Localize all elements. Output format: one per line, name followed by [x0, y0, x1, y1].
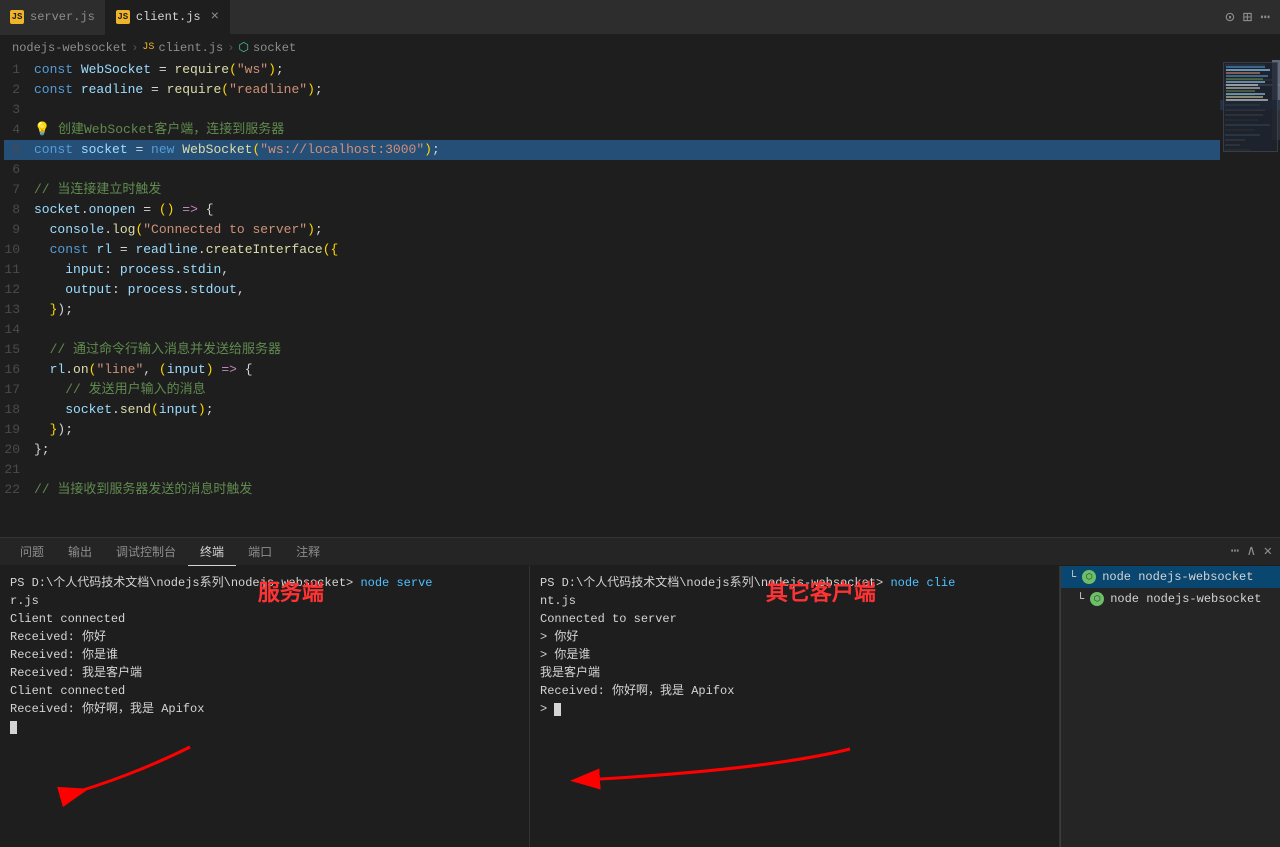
- terminal-client[interactable]: PS D:\个人代码技术文档\nodejs系列\nodejs-websocket…: [530, 566, 1060, 847]
- code-line-10: 10 const rl = readline.createInterface({: [4, 240, 1220, 260]
- breadcrumb-sep1: ›: [131, 41, 138, 55]
- term-client-send1: > 你好: [540, 628, 1049, 646]
- server-arrow: [30, 737, 230, 817]
- breadcrumb-file-icon: JS: [142, 42, 154, 53]
- terminal-list-item-2[interactable]: └ ⬡ node nodejs-websocket: [1061, 588, 1280, 610]
- term-server-client-connected: Client connected: [10, 610, 519, 628]
- tab-bar: JS server.js JS client.js × ⊙ ⊞ ⋯: [0, 0, 1280, 35]
- term-server-recv1: Received: 你好: [10, 628, 519, 646]
- term-server-recv4: Received: 你好啊，我是 Apifox: [10, 700, 519, 718]
- panel-tab-comments[interactable]: 注释: [284, 538, 332, 566]
- code-editor: 1 const WebSocket = require("ws"); 2 con…: [0, 60, 1280, 537]
- term-client-line2: nt.js: [540, 592, 1049, 610]
- breadcrumb-file[interactable]: client.js: [158, 41, 223, 55]
- term-client-input: >: [540, 700, 1049, 718]
- code-line-3: 3: [4, 100, 1220, 120]
- client-js-icon: JS: [116, 10, 130, 24]
- breadcrumb-symbol[interactable]: socket: [253, 41, 296, 55]
- node-icon-1: ⬡: [1082, 570, 1096, 584]
- minimap-content: [1220, 60, 1280, 537]
- server-js-icon: JS: [10, 10, 24, 24]
- code-line-17: 17 // 发送用户输入的消息: [4, 380, 1220, 400]
- minimap: [1220, 60, 1280, 537]
- terminal-list-item-1[interactable]: └ ⬡ node nodejs-websocket: [1061, 566, 1280, 588]
- code-line-2: 2 const readline = require("readline");: [4, 80, 1220, 100]
- code-line-6: 6: [4, 160, 1220, 180]
- panel-collapse-icon[interactable]: ∧: [1247, 543, 1255, 560]
- code-line-16: 16 rl.on("line", (input) => {: [4, 360, 1220, 380]
- term-server-client-connected2: Client connected: [10, 682, 519, 700]
- panel-tab-terminal[interactable]: 终端: [188, 538, 236, 566]
- terminal-server[interactable]: PS D:\个人代码技术文档\nodejs系列\nodejs-websocket…: [0, 566, 530, 847]
- code-line-1: 1 const WebSocket = require("ws");: [4, 60, 1220, 80]
- code-line-13: 13 });: [4, 300, 1220, 320]
- term-client-connected: Connected to server: [540, 610, 1049, 628]
- panel-more-icon[interactable]: ⋯: [1231, 543, 1239, 560]
- search-icon[interactable]: ⊙: [1225, 7, 1235, 27]
- code-content[interactable]: 1 const WebSocket = require("ws"); 2 con…: [0, 60, 1220, 537]
- more-icon[interactable]: ⋯: [1260, 7, 1270, 27]
- panel-tab-output[interactable]: 输出: [56, 538, 104, 566]
- term-server-line2: r.js: [10, 592, 519, 610]
- code-line-15: 15 // 通过命令行输入消息并发送给服务器: [4, 340, 1220, 360]
- terminal-item-1-label: node nodejs-websocket: [1102, 570, 1253, 584]
- bottom-panel: 问题 输出 调试控制台 终端 端口 注释 ⋯ ∧ ✕ PS D:\个人代码技术文…: [0, 537, 1280, 847]
- layout-icon[interactable]: ⊞: [1243, 7, 1253, 27]
- code-line-21: 21: [4, 460, 1220, 480]
- term-server-cursor: [10, 718, 519, 736]
- term-client-prompt-line: PS D:\个人代码技术文档\nodejs系列\nodejs-websocket…: [540, 574, 1049, 592]
- term-client-recv2: Received: 你好啊，我是 Apifox: [540, 682, 1049, 700]
- header-actions: ⊙ ⊞ ⋯: [1225, 7, 1280, 27]
- tab-client[interactable]: JS client.js ×: [106, 0, 230, 35]
- term-server-prompt-line: PS D:\个人代码技术文档\nodejs系列\nodejs-websocket…: [10, 574, 519, 592]
- code-line-19: 19 });: [4, 420, 1220, 440]
- breadcrumb: nodejs-websocket › JS client.js › ⬡ sock…: [0, 35, 1280, 60]
- panel-close-icon[interactable]: ✕: [1264, 543, 1272, 560]
- code-line-14: 14: [4, 320, 1220, 340]
- term-server-recv3: Received: 我是客户端: [10, 664, 519, 682]
- code-line-4: 4 💡 创建WebSocket客户端，连接到服务器: [4, 120, 1220, 140]
- term-client-recv1: 我是客户端: [540, 664, 1049, 682]
- terminal-list-panel: └ ⬡ node nodejs-websocket └ ⬡ node nodej…: [1060, 566, 1280, 847]
- tab-close-icon[interactable]: ×: [211, 10, 219, 24]
- breadcrumb-project[interactable]: nodejs-websocket: [12, 41, 127, 55]
- code-line-8: 8 socket.onopen = () => {: [4, 200, 1220, 220]
- client-arrow: [570, 739, 890, 799]
- term-server-recv2: Received: 你是谁: [10, 646, 519, 664]
- editor-area: 1 const WebSocket = require("ws"); 2 con…: [0, 60, 1280, 537]
- panel-tab-problems[interactable]: 问题: [8, 538, 56, 566]
- terminal-item-2-label: node nodejs-websocket: [1110, 592, 1261, 606]
- tab-server[interactable]: JS server.js: [0, 0, 106, 35]
- code-line-9: 9 console.log("Connected to server");: [4, 220, 1220, 240]
- code-line-20: 20 };: [4, 440, 1220, 460]
- code-line-11: 11 input: process.stdin,: [4, 260, 1220, 280]
- code-line-22: 22 // 当接收到服务器发送的消息时触发: [4, 480, 1220, 500]
- panel-tab-debug[interactable]: 调试控制台: [104, 538, 188, 566]
- code-line-18: 18 socket.send(input);: [4, 400, 1220, 420]
- breadcrumb-symbol-icon: ⬡: [238, 40, 248, 55]
- code-line-7: 7 // 当连接建立时触发: [4, 180, 1220, 200]
- code-line-12: 12 output: process.stdout,: [4, 280, 1220, 300]
- terminal-area: PS D:\个人代码技术文档\nodejs系列\nodejs-websocket…: [0, 566, 1280, 847]
- node-icon-2: ⬡: [1090, 592, 1104, 606]
- panel-actions: ⋯ ∧ ✕: [1231, 543, 1272, 560]
- code-line-5: 5 const socket = new WebSocket("ws://loc…: [4, 140, 1220, 160]
- term-client-send2: > 你是谁: [540, 646, 1049, 664]
- panel-tabs: 问题 输出 调试控制台 终端 端口 注释 ⋯ ∧ ✕: [0, 538, 1280, 566]
- panel-tab-ports[interactable]: 端口: [236, 538, 284, 566]
- tab-client-label: client.js: [136, 10, 201, 24]
- breadcrumb-sep2: ›: [227, 41, 234, 55]
- tab-server-label: server.js: [30, 10, 95, 24]
